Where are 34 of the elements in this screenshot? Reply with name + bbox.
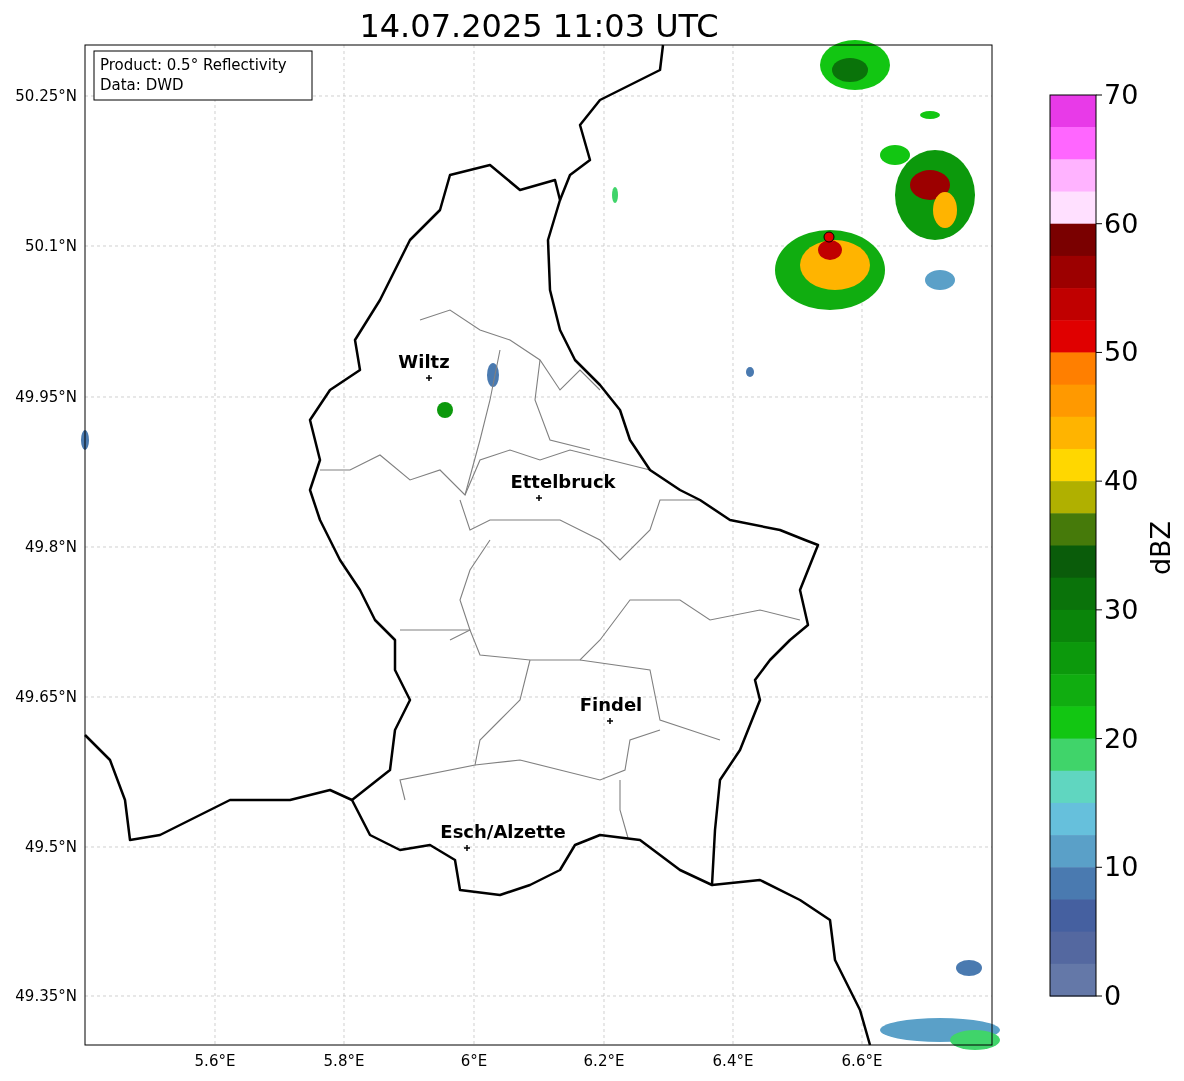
colorbar-tick-label: 40 <box>1104 465 1139 497</box>
axis-tick-label: 49.65°N <box>15 688 77 706</box>
axis-tick-label: 50.25°N <box>15 87 77 105</box>
colorbar-tick-label: 20 <box>1104 722 1139 754</box>
city-marker-icon <box>425 374 433 382</box>
city-marker-icon <box>606 717 614 725</box>
axis-tick-label: 5.8°E <box>323 1052 365 1070</box>
axis-tick-label: 49.95°N <box>15 388 77 406</box>
info-text: Product: 0.5° Reflectivity <box>100 56 287 74</box>
axis-tick-label: 6.6°E <box>841 1052 883 1070</box>
city-label: Wiltz <box>398 351 450 372</box>
axis-tick-label: 6°E <box>460 1052 488 1070</box>
chart-title: 14.07.2025 11:03 UTC <box>359 7 719 45</box>
city-marker-icon <box>535 494 543 502</box>
axis-tick-label: 5.6°E <box>194 1052 236 1070</box>
colorbar-label: dBZ <box>1145 520 1176 576</box>
axis-tick-label: 6.4°E <box>712 1052 754 1070</box>
colorbar-tick-label: 50 <box>1104 336 1139 368</box>
axis-tick-label: 50.1°N <box>24 237 77 255</box>
city-label: Esch/Alzette <box>440 821 566 842</box>
colorbar-tick-label: 70 <box>1104 79 1139 110</box>
axis-tick-label: 49.35°N <box>15 987 77 1005</box>
info-text: Data: DWD <box>100 76 184 94</box>
storm-marker-icon <box>823 231 835 243</box>
colorbar-tick-label: 0 <box>1104 980 1122 1011</box>
axis-tick-label: 6.2°E <box>583 1052 625 1070</box>
city-label: Ettelbruck <box>510 471 616 492</box>
colorbar-tick-label: 60 <box>1104 207 1139 239</box>
colorbar-tick-label: 10 <box>1104 851 1139 883</box>
city-marker-icon <box>463 844 471 852</box>
axis-tick-label: 49.5°N <box>24 838 77 856</box>
city-label: Findel <box>579 694 643 715</box>
axis-tick-label: 49.8°N <box>24 538 77 556</box>
colorbar-tick-label: 30 <box>1104 593 1139 625</box>
